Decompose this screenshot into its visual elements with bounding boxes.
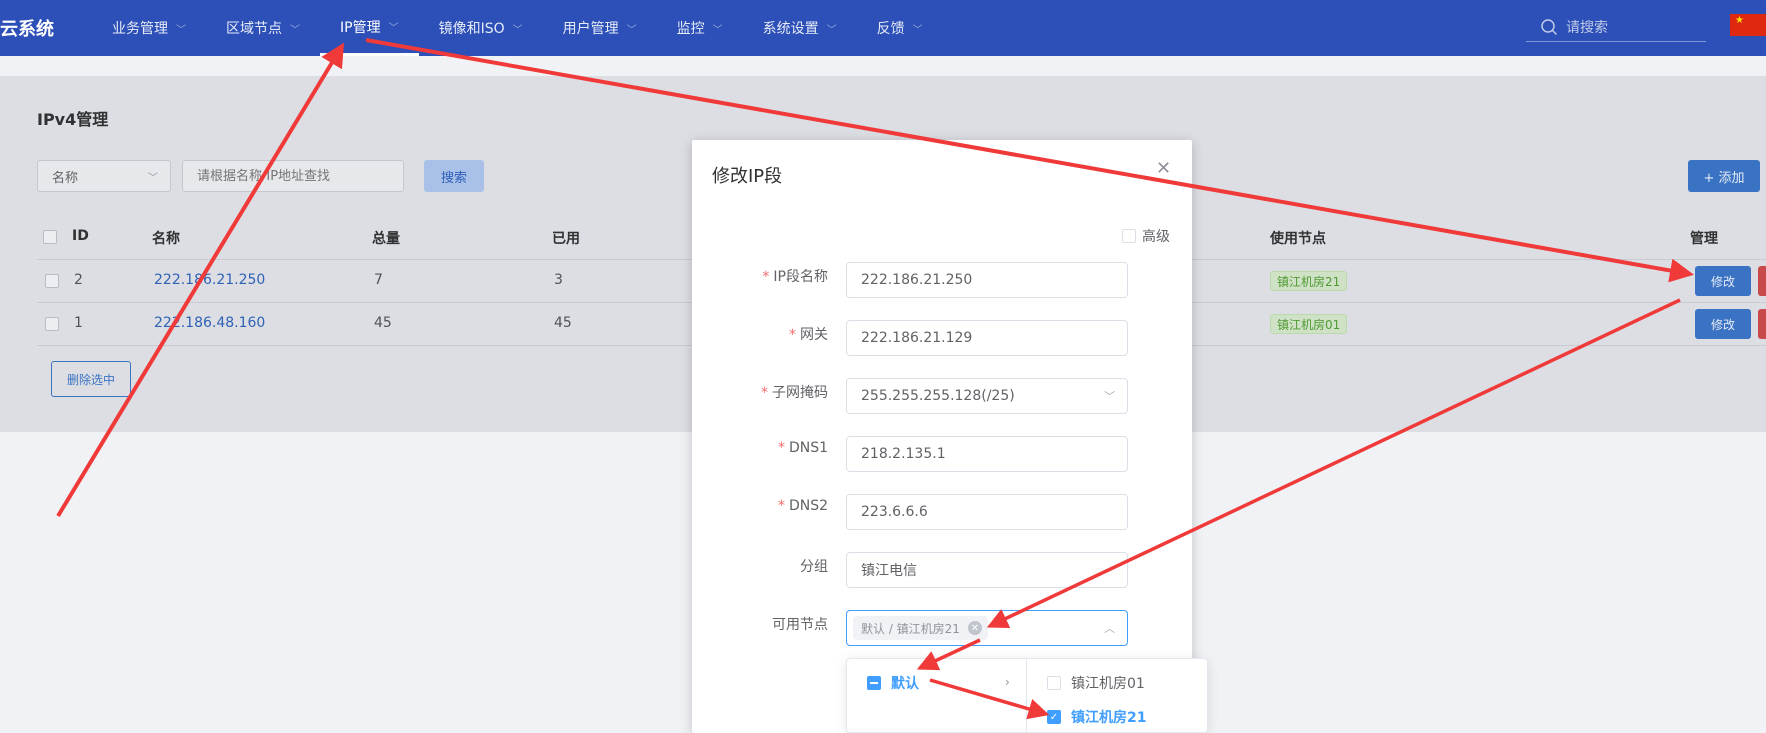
row-total: 7 xyxy=(374,272,383,288)
col-total: 总量 xyxy=(372,231,400,247)
close-icon[interactable]: ✕ xyxy=(1156,158,1171,179)
nodes-cascader[interactable]: 默认 / 镇江机房21 ✕ ︿ xyxy=(846,610,1128,646)
netmask-label: * 子网掩码 xyxy=(761,385,828,401)
selected-node-tag: 默认 / 镇江机房21 ✕ xyxy=(853,616,988,640)
delete-button[interactable] xyxy=(1758,309,1766,339)
row-name-link[interactable]: 222.186.21.250 xyxy=(154,272,265,288)
close-circle-icon[interactable]: ✕ xyxy=(967,621,982,635)
row-checkbox[interactable] xyxy=(45,274,59,288)
nav-item-region-nodes[interactable]: 区域节点 ﹀ xyxy=(206,0,320,56)
top-navbar: 云系统 业务管理 ﹀ 区域节点 ﹀ IP管理 ﹀ 镜像和ISO ﹀ 用户管理 ﹀ 监控 ﹀ … xyxy=(0,0,1766,56)
chevron-down-icon: ﹀ xyxy=(176,24,186,36)
nav-item-ip-management[interactable]: IP管理 ﹀ xyxy=(320,0,419,56)
checkbox-icon xyxy=(1122,229,1136,243)
nodes-cascader-dropdown: 默认 › 镇江机房01 ✓ 镇江机房21 xyxy=(846,658,1208,733)
dns2-field[interactable]: 223.6.6.6 xyxy=(846,494,1128,530)
search-icon xyxy=(1541,18,1558,35)
row-id: 1 xyxy=(74,315,83,331)
node-tag: 镇江机房01 xyxy=(1270,314,1348,334)
nav-item-business[interactable]: 业务管理 ﹀ xyxy=(92,0,206,56)
gateway-label: * 网关 xyxy=(789,327,828,343)
checked-checkbox-icon[interactable]: ✓ xyxy=(1047,710,1061,724)
indeterminate-checkbox-icon[interactable] xyxy=(867,676,881,690)
chevron-down-icon: ﹀ xyxy=(388,23,399,34)
col-nodes: 使用节点 xyxy=(1270,231,1326,247)
chevron-down-icon: ﹀ xyxy=(826,24,837,36)
cascader-level1: 默认 › xyxy=(847,659,1027,733)
nav-item-images-iso[interactable]: 镜像和ISO ﹀ xyxy=(419,0,543,56)
search-button[interactable]: 搜索 xyxy=(424,160,484,192)
node-tag: 镇江机房21 xyxy=(1270,271,1348,291)
row-name-link[interactable]: 222.186.48.160 xyxy=(154,315,265,331)
chevron-down-icon: ﹀ xyxy=(512,24,523,36)
group-label: 分组 xyxy=(800,559,828,575)
search-input[interactable] xyxy=(182,160,404,192)
chevron-right-icon: › xyxy=(1005,675,1010,689)
ip-name-field[interactable]: 222.186.21.250 xyxy=(846,262,1128,298)
select-all-checkbox[interactable] xyxy=(43,230,57,244)
delete-button[interactable] xyxy=(1758,266,1766,296)
cascader-item-node21[interactable]: ✓ 镇江机房21 xyxy=(1047,707,1146,727)
chevron-down-icon: ﹀ xyxy=(912,24,923,36)
edit-button[interactable]: 修改 xyxy=(1695,266,1751,296)
col-name: 名称 xyxy=(152,231,180,247)
dns1-label: * DNS1 xyxy=(777,440,828,456)
page-title: IPv4管理 xyxy=(37,110,109,129)
nav-item-feedback[interactable]: 反馈 ﹀ xyxy=(857,0,943,56)
advanced-checkbox[interactable]: 高级 xyxy=(1122,226,1170,246)
dns2-label: * DNS2 xyxy=(777,498,828,514)
col-manage: 管理 xyxy=(1690,231,1718,247)
dialog-title: 修改IP段 xyxy=(712,166,783,187)
cascader-item-default[interactable]: 默认 xyxy=(867,673,919,693)
row-used: 45 xyxy=(554,315,572,331)
chevron-down-icon: ﹀ xyxy=(148,172,158,184)
brand-logo: 云系统 xyxy=(0,19,54,40)
row-used: 3 xyxy=(554,272,563,288)
chevron-down-icon: ﹀ xyxy=(1104,390,1115,403)
add-button[interactable]: + 添加 xyxy=(1688,160,1760,192)
chevron-up-icon: ︿ xyxy=(1104,622,1115,635)
nav-item-system-settings[interactable]: 系统设置 ﹀ xyxy=(743,0,857,56)
group-field[interactable]: 镇江电信 xyxy=(846,552,1128,588)
delete-selected-button[interactable]: 删除选中 xyxy=(51,361,131,397)
filter-field-select[interactable]: 名称 ﹀ xyxy=(37,160,171,192)
chevron-down-icon: ﹀ xyxy=(626,24,637,36)
row-id: 2 xyxy=(74,272,83,288)
checkbox-icon[interactable] xyxy=(1047,676,1061,690)
search-placeholder: 请搜索 xyxy=(1566,19,1608,36)
row-total: 45 xyxy=(374,315,392,331)
col-id: ID xyxy=(72,228,89,244)
row-checkbox[interactable] xyxy=(45,317,59,331)
cascader-item-node01[interactable]: 镇江机房01 xyxy=(1047,673,1145,693)
dns1-field[interactable]: 218.2.135.1 xyxy=(846,436,1128,472)
edit-button[interactable]: 修改 xyxy=(1695,309,1751,339)
nodes-label: 可用节点 xyxy=(772,617,828,633)
china-flag-icon[interactable]: ★ xyxy=(1730,14,1766,36)
chevron-down-icon: ﹀ xyxy=(712,24,723,36)
edit-ip-range-dialog: 修改IP段 ✕ 高级 * IP段名称 222.186.21.250 * 网关 222… xyxy=(692,140,1192,733)
col-used: 已用 xyxy=(552,231,580,247)
main-nav: 业务管理 ﹀ 区域节点 ﹀ IP管理 ﹀ 镜像和ISO ﹀ 用户管理 ﹀ 监控 ﹀ 系统设置… xyxy=(92,0,943,56)
nav-item-monitoring[interactable]: 监控 ﹀ xyxy=(657,0,743,56)
global-search[interactable]: 请搜索 xyxy=(1526,12,1706,42)
nav-item-user-management[interactable]: 用户管理 ﹀ xyxy=(543,0,657,56)
netmask-select[interactable]: 255.255.255.128(/25) ﹀ xyxy=(846,378,1128,414)
ip-name-label: * IP段名称 xyxy=(762,269,828,285)
chevron-down-icon: ﹀ xyxy=(290,24,300,36)
gateway-field[interactable]: 222.186.21.129 xyxy=(846,320,1128,356)
